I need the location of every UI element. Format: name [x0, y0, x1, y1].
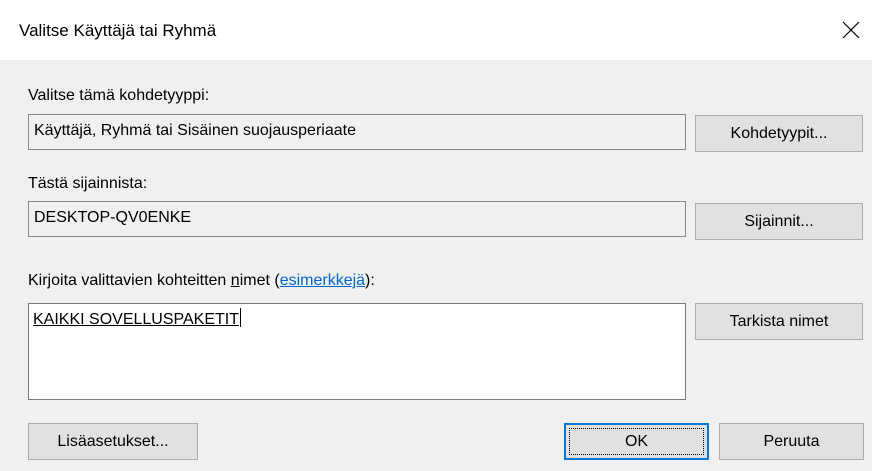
locations-button[interactable]: Sijainnit...: [695, 203, 863, 240]
object-type-field: Käyttäjä, Ryhmä tai Sisäinen suojausperi…: [28, 114, 686, 150]
check-names-button[interactable]: Tarkista nimet: [695, 303, 863, 340]
names-label-text-middle: imet (: [239, 272, 280, 289]
resolved-name-entry: KAIKKI SOVELLUSPAKETIT: [33, 311, 239, 328]
location-label: Tästä sijainnista:: [28, 175, 148, 192]
text-caret: [240, 308, 241, 327]
close-x-icon: [842, 21, 860, 39]
location-field: DESKTOP-QV0ENKE: [28, 201, 686, 237]
advanced-button[interactable]: Lisäasetukset...: [28, 423, 198, 460]
names-label-text-end: ):: [365, 272, 375, 289]
object-type-label: Valitse tämä kohdetyyppi:: [28, 87, 210, 104]
names-label: Kirjoita valittavien kohteitten nimet (e…: [28, 271, 375, 291]
cancel-button[interactable]: Peruuta: [719, 423, 864, 460]
examples-link[interactable]: esimerkkejä: [280, 272, 365, 289]
names-label-mnemonic: n: [230, 272, 240, 289]
object-types-button[interactable]: Kohdetyypit...: [695, 115, 863, 152]
ok-button[interactable]: OK: [564, 423, 709, 460]
names-label-text: Kirjoita valittavien kohteitten: [28, 272, 231, 289]
close-button[interactable]: [830, 10, 872, 50]
focus-rectangle: [569, 428, 704, 455]
window-title: Valitse Käyttäjä tai Ryhmä: [19, 21, 217, 40]
object-names-input[interactable]: KAIKKI SOVELLUSPAKETIT: [28, 303, 686, 400]
